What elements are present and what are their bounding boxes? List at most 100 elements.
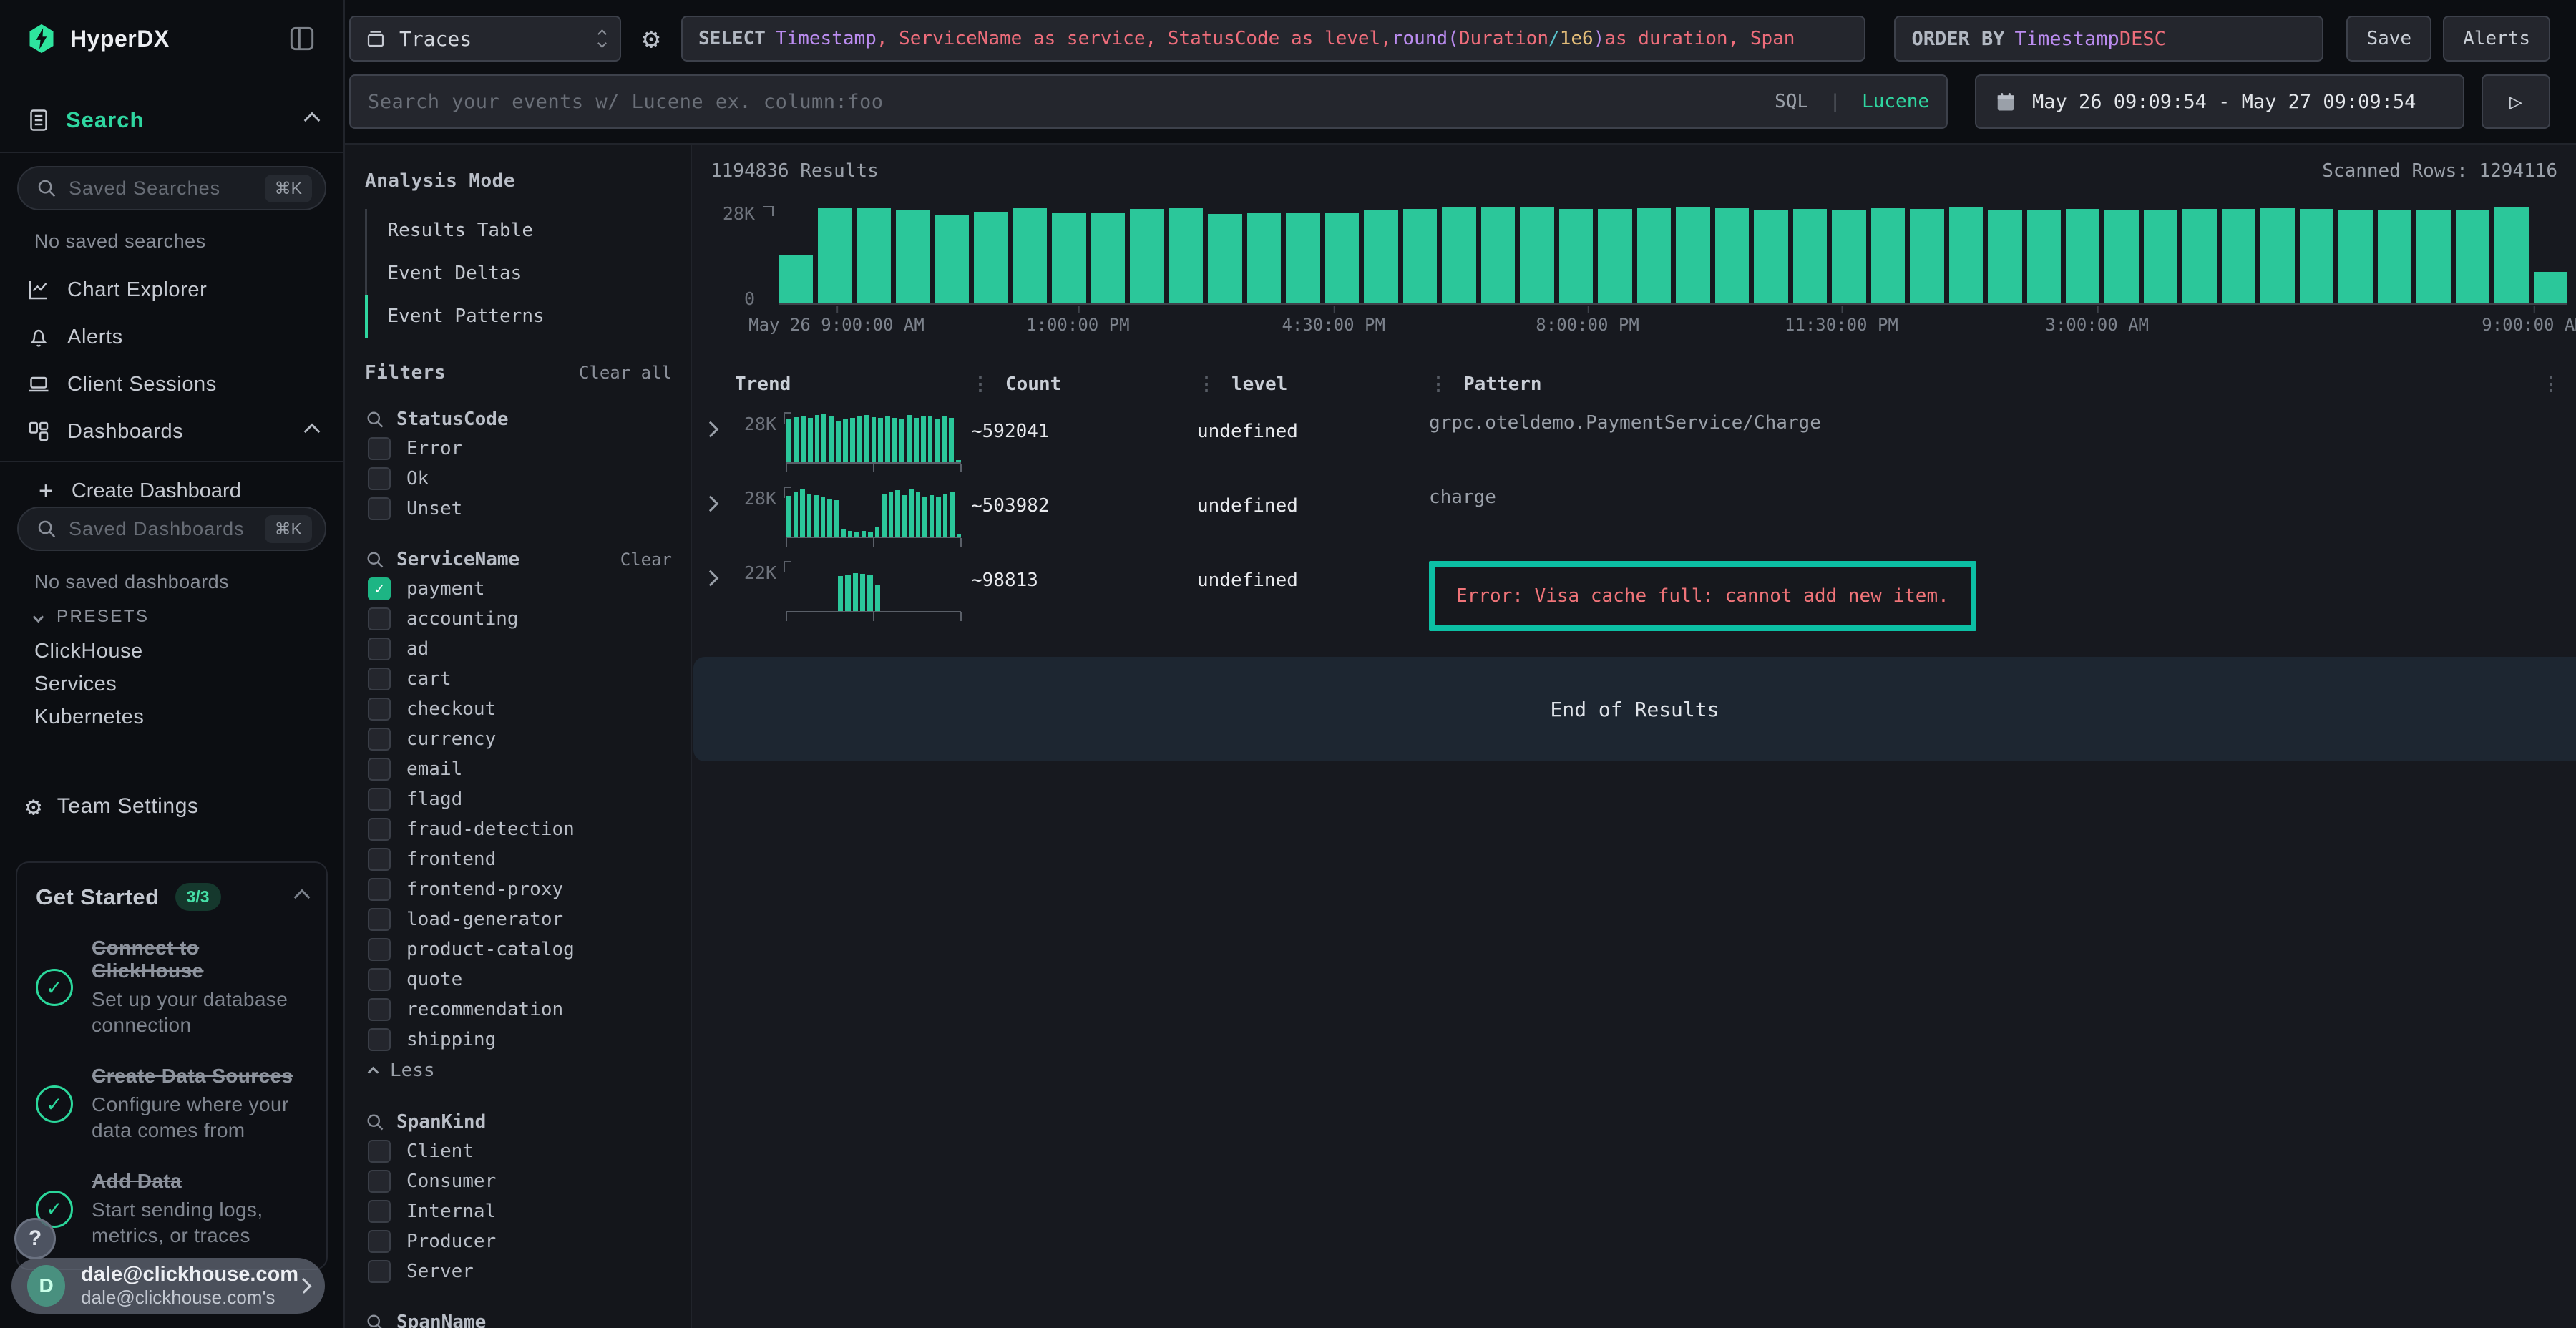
filter-checkbox-unset[interactable]: Unset bbox=[365, 494, 672, 524]
histogram-bar[interactable] bbox=[779, 255, 813, 303]
checkbox[interactable] bbox=[368, 1230, 391, 1253]
filter-checkbox-ad[interactable]: ad bbox=[365, 634, 672, 664]
table-row[interactable]: 22K~98813undefinedError: Visa cache full… bbox=[693, 551, 2576, 625]
filter-checkbox-load-generator[interactable]: load-generator bbox=[365, 904, 672, 934]
filter-checkbox-producer[interactable]: Producer bbox=[365, 1226, 672, 1256]
preset-clickhouse[interactable]: ClickHouse bbox=[34, 640, 343, 663]
histogram-bar[interactable] bbox=[2300, 209, 2333, 303]
expand-row-button[interactable] bbox=[705, 498, 735, 512]
sidebar-item-client-sessions[interactable]: Client Sessions bbox=[0, 362, 343, 406]
checkbox[interactable] bbox=[368, 788, 391, 811]
histogram-bar[interactable] bbox=[1520, 208, 1553, 303]
source-select[interactable]: Traces bbox=[349, 16, 621, 62]
checkbox[interactable] bbox=[368, 908, 391, 931]
histogram-bar[interactable] bbox=[2416, 210, 2450, 303]
chevron-up-icon[interactable] bbox=[294, 889, 311, 905]
drag-handle-icon[interactable]: ⋮ bbox=[1197, 374, 1216, 395]
histogram-bar[interactable] bbox=[2534, 272, 2567, 303]
checkbox[interactable] bbox=[368, 968, 391, 991]
alerts-button[interactable]: Alerts bbox=[2443, 16, 2550, 62]
histogram-bar[interactable] bbox=[1091, 213, 1125, 303]
histogram-bar[interactable] bbox=[1715, 208, 1749, 303]
sql-orderby-editor[interactable]: ORDER BYTimestamp DESC bbox=[1894, 16, 2323, 62]
filter-checkbox-product-catalog[interactable]: product-catalog bbox=[365, 934, 672, 965]
filter-checkbox-ok[interactable]: Ok bbox=[365, 464, 672, 494]
filter-checkbox-frontend-proxy[interactable]: frontend-proxy bbox=[365, 874, 672, 904]
checkbox[interactable] bbox=[368, 878, 391, 901]
histogram-bar[interactable] bbox=[2378, 210, 2411, 303]
checkbox[interactable] bbox=[368, 668, 391, 690]
presets-toggle[interactable]: PRESETS bbox=[34, 607, 343, 627]
results-histogram[interactable]: 28K 0 May 26 9:00:00 AM1:00:00 PM4:30:00… bbox=[711, 202, 2567, 338]
checkbox[interactable] bbox=[368, 607, 391, 630]
checkbox[interactable]: ✓ bbox=[368, 577, 391, 600]
histogram-bar[interactable] bbox=[1637, 208, 1671, 303]
histogram-bar[interactable] bbox=[2027, 210, 2061, 303]
sidebar-item-chart-explorer[interactable]: Chart Explorer bbox=[0, 268, 343, 312]
checkbox[interactable] bbox=[368, 998, 391, 1021]
chevron-up-icon[interactable] bbox=[304, 112, 321, 129]
sidebar-item-search[interactable]: Search bbox=[0, 104, 343, 136]
filter-checkbox-internal[interactable]: Internal bbox=[365, 1196, 672, 1226]
filter-checkbox-cart[interactable]: cart bbox=[365, 664, 672, 694]
histogram-bar[interactable] bbox=[1052, 213, 1085, 303]
column-header-level[interactable]: ⋮level bbox=[1197, 374, 1429, 395]
histogram-bar[interactable] bbox=[1442, 207, 1475, 303]
column-header-count[interactable]: ⋮Count bbox=[971, 374, 1197, 395]
sidebar-item-team-settings[interactable]: ⚙ Team Settings bbox=[0, 784, 343, 829]
filter-checkbox-quote[interactable]: quote bbox=[365, 965, 672, 995]
checkbox[interactable] bbox=[368, 437, 391, 460]
histogram-bar[interactable] bbox=[857, 208, 891, 303]
table-row[interactable]: 28K~503982undefinedcharge bbox=[693, 477, 2576, 551]
checkbox[interactable] bbox=[368, 638, 391, 660]
filter-checkbox-flagd[interactable]: flagd bbox=[365, 784, 672, 814]
get-started-step[interactable]: ✓ Create Data Sources Configure where yo… bbox=[36, 1065, 308, 1144]
histogram-bar[interactable] bbox=[1754, 210, 1787, 303]
expand-row-button[interactable] bbox=[705, 424, 735, 438]
checkbox[interactable] bbox=[368, 1260, 391, 1283]
histogram-bar[interactable] bbox=[2494, 208, 2528, 303]
table-options-button[interactable]: ⋮ bbox=[2542, 374, 2576, 395]
histogram-bar[interactable] bbox=[1169, 208, 1203, 303]
saved-searches-input[interactable]: Saved Searches ⌘K bbox=[17, 166, 326, 210]
checkbox[interactable] bbox=[368, 698, 391, 721]
checkbox[interactable] bbox=[368, 938, 391, 961]
drag-handle-icon[interactable]: ⋮ bbox=[971, 374, 990, 395]
histogram-bar[interactable] bbox=[1793, 209, 1827, 303]
histogram-bar[interactable] bbox=[2182, 209, 2216, 303]
get-started-step[interactable]: ✓ Connect to ClickHouse Set up your data… bbox=[36, 937, 308, 1039]
sidebar-item-dashboards[interactable]: Dashboards bbox=[0, 409, 343, 454]
histogram-bar[interactable] bbox=[2104, 210, 2138, 303]
histogram-bar[interactable] bbox=[1364, 210, 1397, 303]
filter-checkbox-fraud-detection[interactable]: fraud-detection bbox=[365, 814, 672, 844]
column-header-trend[interactable]: Trend bbox=[735, 374, 971, 395]
histogram-bar[interactable] bbox=[1130, 209, 1163, 303]
histogram-bar[interactable] bbox=[1247, 213, 1281, 303]
histogram-bar[interactable] bbox=[1676, 207, 1709, 303]
histogram-bar[interactable] bbox=[1910, 209, 1943, 303]
analysis-mode-option[interactable]: Event Patterns bbox=[365, 295, 673, 338]
histogram-bar[interactable] bbox=[2260, 208, 2294, 303]
expand-row-button[interactable] bbox=[705, 572, 735, 587]
run-query-button[interactable]: ▷ bbox=[2482, 74, 2550, 129]
histogram-bar[interactable] bbox=[2456, 210, 2489, 303]
filter-checkbox-server[interactable]: Server bbox=[365, 1256, 672, 1286]
histogram-bar[interactable] bbox=[1286, 213, 1319, 303]
analysis-mode-option[interactable]: Results Table bbox=[365, 209, 673, 252]
highlighted-pattern[interactable]: Error: Visa cache full: cannot add new i… bbox=[1429, 561, 1976, 631]
checkbox[interactable] bbox=[368, 728, 391, 751]
analysis-mode-option[interactable]: Event Deltas bbox=[365, 252, 673, 295]
filter-checkbox-frontend[interactable]: frontend bbox=[365, 844, 672, 874]
checkbox[interactable] bbox=[368, 818, 391, 841]
event-search-input[interactable]: Search your events w/ Lucene ex. column:… bbox=[349, 74, 1948, 129]
lucene-mode-button[interactable]: Lucene bbox=[1862, 91, 1929, 112]
filter-checkbox-shipping[interactable]: shipping bbox=[365, 1025, 672, 1055]
filter-checkbox-email[interactable]: email bbox=[365, 754, 672, 784]
clear-filter-button[interactable]: Clear bbox=[620, 550, 672, 570]
sidebar-item-alerts[interactable]: Alerts bbox=[0, 315, 343, 359]
checkbox[interactable] bbox=[368, 1200, 391, 1223]
histogram-bar[interactable] bbox=[1949, 208, 1983, 303]
preset-kubernetes[interactable]: Kubernetes bbox=[34, 706, 343, 729]
histogram-bar[interactable] bbox=[1208, 214, 1241, 303]
clear-all-filters-button[interactable]: Clear all bbox=[579, 363, 672, 383]
